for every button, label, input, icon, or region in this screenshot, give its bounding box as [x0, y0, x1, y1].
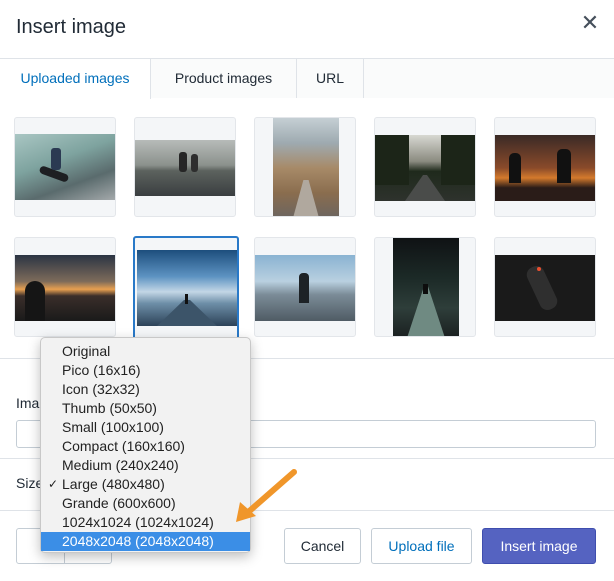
size-option-2048[interactable]: 2048x2048 (2048x2048) — [41, 532, 250, 551]
thumbnail-photo — [255, 255, 355, 321]
size-option-label: Small (100x100) — [62, 419, 164, 435]
image-thumbnail-8[interactable] — [254, 237, 356, 337]
size-option-label: Large (480x480) — [62, 476, 165, 492]
size-dropdown-menu[interactable]: Original Pico (16x16) Icon (32x32) Thumb… — [40, 337, 251, 553]
cancel-button[interactable]: Cancel — [284, 528, 361, 564]
thumbnail-photo — [273, 118, 339, 216]
size-option-original[interactable]: Original — [41, 342, 250, 361]
tab-url[interactable]: URL — [297, 59, 364, 98]
thumbnail-photo — [137, 250, 237, 326]
insert-image-button[interactable]: Insert image — [482, 528, 596, 564]
size-option-medium[interactable]: Medium (240x240) — [41, 456, 250, 475]
image-thumbnail-4[interactable] — [374, 117, 476, 217]
image-thumbnail-3[interactable] — [254, 117, 356, 217]
image-thumbnail-10[interactable] — [494, 237, 596, 337]
size-option-large[interactable]: ✓ Large (480x480) — [41, 475, 250, 494]
size-option-label: Original — [62, 343, 111, 359]
thumbnail-photo — [495, 255, 595, 321]
thumbnail-photo — [375, 135, 475, 201]
size-option-icon[interactable]: Icon (32x32) — [41, 380, 250, 399]
modal-title: Insert image — [16, 16, 127, 38]
upload-file-button[interactable]: Upload file — [371, 528, 472, 564]
image-thumbnail-9[interactable] — [374, 237, 476, 337]
size-option-label: Grande (600x600) — [62, 495, 176, 511]
image-thumbnail-6[interactable] — [14, 237, 116, 337]
checkmark-icon: ✓ — [48, 477, 59, 491]
size-option-label: Medium (240x240) — [62, 457, 179, 473]
tab-product-images[interactable]: Product images — [151, 59, 297, 98]
thumbnail-photo — [15, 255, 115, 321]
size-option-pico[interactable]: Pico (16x16) — [41, 361, 250, 380]
size-option-label: Icon (32x32) — [62, 381, 140, 397]
image-thumbnail-1[interactable] — [14, 117, 116, 217]
tab-bar: Uploaded images Product images URL — [0, 58, 614, 99]
close-icon[interactable]: ✕ — [578, 12, 602, 36]
modal-header: Insert image ✕ — [0, 0, 614, 58]
tab-uploaded-images[interactable]: Uploaded images — [0, 59, 151, 99]
thumbnail-photo — [135, 140, 235, 196]
size-option-grande[interactable]: Grande (600x600) — [41, 494, 250, 513]
thumbnail-photo — [393, 238, 459, 336]
size-option-label: 2048x2048 (2048x2048) — [62, 533, 214, 549]
size-option-label: Pico (16x16) — [62, 362, 141, 378]
size-option-thumb[interactable]: Thumb (50x50) — [41, 399, 250, 418]
size-option-1024[interactable]: 1024x1024 (1024x1024) — [41, 513, 250, 532]
image-thumbnail-2[interactable] — [134, 117, 236, 217]
size-option-label: Compact (160x160) — [62, 438, 185, 454]
image-thumbnail-5[interactable] — [494, 117, 596, 217]
tab-bar-filler — [364, 59, 614, 98]
image-thumbnail-7[interactable] — [133, 236, 239, 340]
thumbnail-photo — [15, 134, 115, 200]
size-option-small[interactable]: Small (100x100) — [41, 418, 250, 437]
thumbnail-photo — [495, 135, 595, 201]
size-option-label: Thumb (50x50) — [62, 400, 157, 416]
size-option-label: 1024x1024 (1024x1024) — [62, 514, 214, 530]
annotation-arrow-icon — [236, 469, 297, 522]
size-option-compact[interactable]: Compact (160x160) — [41, 437, 250, 456]
